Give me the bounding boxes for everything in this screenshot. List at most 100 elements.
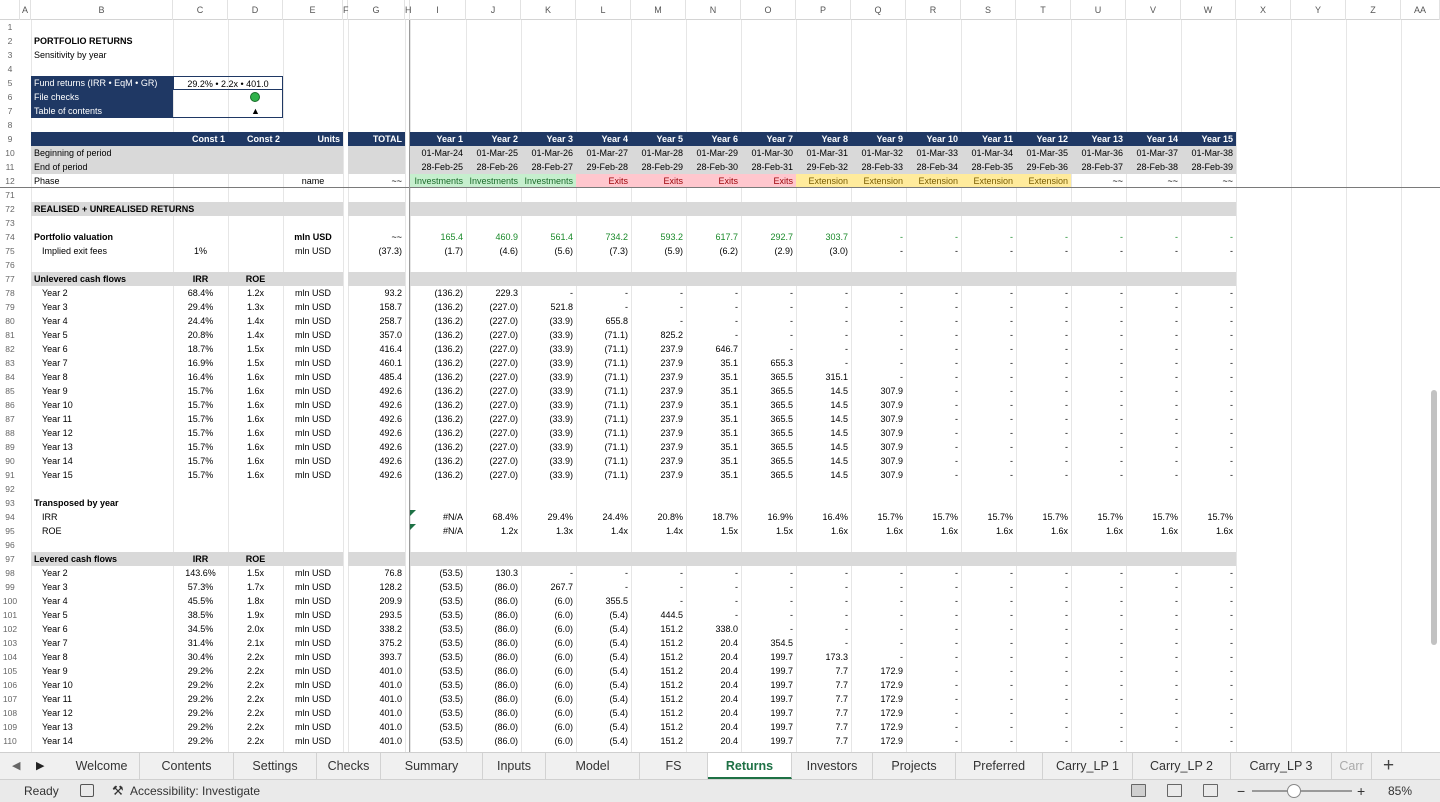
row-number[interactable]: 95	[0, 524, 20, 538]
row-number[interactable]: 71	[0, 188, 20, 202]
column-header-q[interactable]: Q	[851, 0, 906, 20]
row-number[interactable]: 7	[0, 104, 20, 118]
column-header-m[interactable]: M	[631, 0, 686, 20]
tab-scroll-left-icon[interactable]: ◀	[12, 753, 20, 779]
row-number[interactable]: 85	[0, 384, 20, 398]
column-header-g[interactable]: G	[348, 0, 405, 20]
column-header-z[interactable]: Z	[1346, 0, 1401, 20]
row-number[interactable]: 82	[0, 342, 20, 356]
column-header-u[interactable]: U	[1071, 0, 1126, 20]
sheet-tab-inputs[interactable]: Inputs	[483, 753, 546, 779]
column-header-k[interactable]: K	[521, 0, 576, 20]
row-number[interactable]: 78	[0, 286, 20, 300]
page-layout-view-icon[interactable]	[1167, 784, 1182, 797]
sheet-tab-fs[interactable]: FS	[640, 753, 708, 779]
row-number[interactable]: 100	[0, 594, 20, 608]
column-header-e[interactable]: E	[283, 0, 343, 20]
row-number[interactable]: 93	[0, 496, 20, 510]
sheet-tab-welcome[interactable]: Welcome	[64, 753, 140, 779]
row-number[interactable]: 102	[0, 622, 20, 636]
row-number[interactable]: 87	[0, 412, 20, 426]
row-number[interactable]: 105	[0, 664, 20, 678]
row-number[interactable]: 77	[0, 272, 20, 286]
row-number[interactable]: 86	[0, 398, 20, 412]
zoom-slider[interactable]	[1252, 790, 1352, 792]
row-number[interactable]: 76	[0, 258, 20, 272]
zoom-out-icon[interactable]: −	[1237, 780, 1245, 802]
row-number[interactable]: 72	[0, 202, 20, 216]
row-number[interactable]: 103	[0, 636, 20, 650]
row-number[interactable]: 8	[0, 118, 20, 132]
sheet-tab-carry-lp-1[interactable]: Carry_LP 1	[1043, 753, 1133, 779]
implied-exit-fees-rate[interactable]: 1%	[173, 244, 228, 258]
row-number[interactable]: 6	[0, 90, 20, 104]
row-number[interactable]: 73	[0, 216, 20, 230]
column-header-p[interactable]: P	[796, 0, 851, 20]
sheet-tab-investors[interactable]: Investors	[792, 753, 873, 779]
row-number[interactable]: 81	[0, 328, 20, 342]
row-number[interactable]: 99	[0, 580, 20, 594]
row-number[interactable]: 83	[0, 356, 20, 370]
sheet-tab-carr[interactable]: Carr	[1332, 753, 1372, 779]
column-header-s[interactable]: S	[961, 0, 1016, 20]
row-number[interactable]: 12	[0, 174, 20, 188]
sheet-tab-summary[interactable]: Summary	[381, 753, 483, 779]
column-header-l[interactable]: L	[576, 0, 631, 20]
zoom-in-icon[interactable]: +	[1357, 780, 1365, 802]
macro-recorder-icon[interactable]	[80, 784, 94, 797]
sheet-tab-checks[interactable]: Checks	[317, 753, 381, 779]
row-number[interactable]: 97	[0, 552, 20, 566]
row-number[interactable]: 104	[0, 650, 20, 664]
sheet-grid[interactable]: 1 2 PORTFOLIO RETURNS 3 Sensitivity by year 4…	[0, 20, 1440, 752]
column-header-n[interactable]: N	[686, 0, 741, 20]
row-number[interactable]: 3	[0, 48, 20, 62]
row-number[interactable]: 1	[0, 20, 20, 34]
zoom-level[interactable]: 85%	[1388, 780, 1412, 802]
sheet-tab-carry-lp-3[interactable]: Carry_LP 3	[1231, 753, 1332, 779]
row-number[interactable]: 2	[0, 34, 20, 48]
row-number[interactable]: 108	[0, 706, 20, 720]
sheet-tab-projects[interactable]: Projects	[873, 753, 956, 779]
column-header-v[interactable]: V	[1126, 0, 1181, 20]
sheet-tab-model[interactable]: Model	[546, 753, 640, 779]
zoom-slider-knob[interactable]	[1286, 784, 1301, 798]
vertical-scrollbar-thumb[interactable]	[1431, 390, 1437, 645]
row-number[interactable]: 90	[0, 454, 20, 468]
row-number[interactable]: 98	[0, 566, 20, 580]
column-header-y[interactable]: Y	[1291, 0, 1346, 20]
sheet-tab-returns[interactable]: Returns	[708, 753, 792, 779]
select-all-corner[interactable]	[0, 0, 20, 20]
error-indicator-icon[interactable]	[410, 510, 416, 516]
sheet-tab-preferred[interactable]: Preferred	[956, 753, 1043, 779]
column-header-o[interactable]: O	[741, 0, 796, 20]
row-number[interactable]: 75	[0, 244, 20, 258]
row-number[interactable]: 110	[0, 734, 20, 748]
row-number[interactable]: 91	[0, 468, 20, 482]
row-number[interactable]: 80	[0, 314, 20, 328]
column-header-r[interactable]: R	[906, 0, 961, 20]
row-number[interactable]: 92	[0, 482, 20, 496]
row-number[interactable]: 94	[0, 510, 20, 524]
page-break-view-icon[interactable]	[1203, 784, 1218, 797]
row-number[interactable]: 88	[0, 426, 20, 440]
row-number[interactable]: 11	[0, 160, 20, 174]
column-header-a[interactable]: A	[20, 0, 31, 20]
column-header-x[interactable]: X	[1236, 0, 1291, 20]
add-sheet-icon[interactable]: +	[1383, 753, 1394, 779]
row-number[interactable]: 96	[0, 538, 20, 552]
row-number[interactable]: 107	[0, 692, 20, 706]
column-header-b[interactable]: B	[31, 0, 173, 20]
column-header-j[interactable]: J	[466, 0, 521, 20]
normal-view-icon[interactable]	[1131, 784, 1146, 797]
row-number[interactable]: 89	[0, 440, 20, 454]
error-indicator-icon[interactable]	[410, 524, 416, 530]
row-number[interactable]: 79	[0, 300, 20, 314]
accessibility-status[interactable]: Accessibility: Investigate	[130, 780, 260, 802]
column-header-aa[interactable]: AA	[1401, 0, 1440, 20]
column-header-t[interactable]: T	[1016, 0, 1071, 20]
row-number[interactable]: 109	[0, 720, 20, 734]
row-number[interactable]: 101	[0, 608, 20, 622]
column-header-d[interactable]: D	[228, 0, 283, 20]
column-header-i[interactable]: I	[410, 0, 466, 20]
sheet-tab-settings[interactable]: Settings	[234, 753, 317, 779]
